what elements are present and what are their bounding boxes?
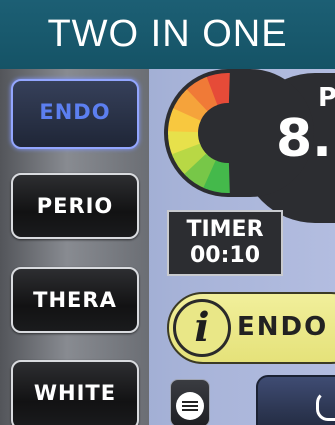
menu-icon (176, 392, 204, 420)
power-icon (316, 391, 335, 421)
info-bar[interactable]: i ENDO (167, 292, 335, 364)
mode-button-perio[interactable]: PERIO (11, 173, 139, 239)
mode-sidebar: ENDO PERIO THERA WHITE (0, 69, 149, 425)
info-mode-text: ENDO (237, 312, 329, 342)
power-gauge-value: 8. (276, 109, 332, 169)
mode-button-white[interactable]: WHITE (11, 360, 139, 425)
mode-button-thera[interactable]: THERA (11, 267, 139, 333)
info-icon: i (173, 299, 231, 357)
timer-value: 00:10 (189, 243, 261, 268)
timer-label: TIMER (186, 217, 264, 242)
app-title: TWO IN ONE (0, 0, 335, 69)
device-panel: ENDO PERIO THERA WHITE P 8. TIMER 00:10 … (0, 69, 335, 425)
power-button[interactable] (256, 375, 335, 425)
timer-display: TIMER 00:10 (167, 210, 283, 276)
menu-button[interactable] (170, 379, 210, 425)
mode-button-endo[interactable]: ENDO (11, 79, 139, 149)
